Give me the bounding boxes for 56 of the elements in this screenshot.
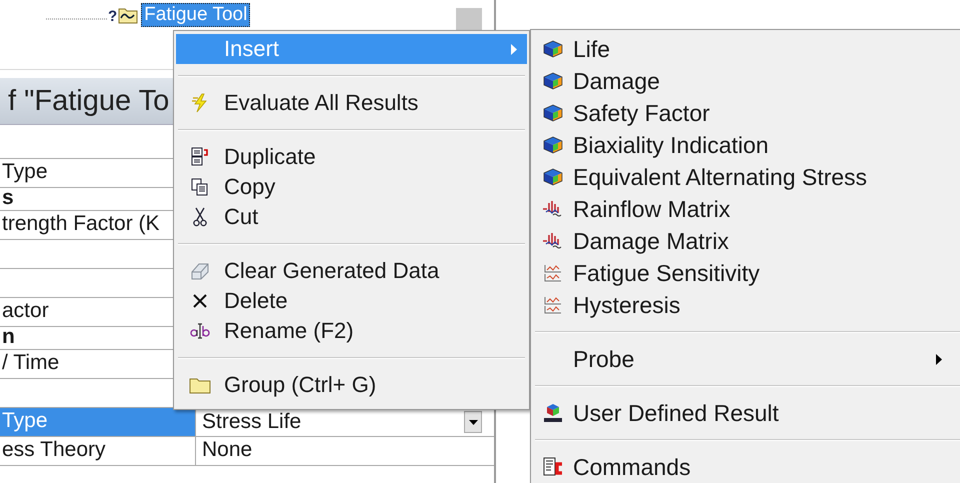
status-mark: ?	[108, 8, 118, 26]
menu-item[interactable]: Equivalent Alternating Stress	[533, 161, 960, 193]
rename-icon	[190, 323, 210, 339]
property-cell-text: s	[1, 188, 15, 210]
command-icon	[543, 457, 563, 477]
duplicate-icon	[191, 147, 209, 167]
cube-icon	[542, 104, 564, 122]
menu-item[interactable]: Evaluate All Results	[176, 88, 527, 118]
menu-item[interactable]: Delete	[176, 286, 527, 316]
menu-item[interactable]: Cut	[176, 202, 527, 232]
lightning-icon	[191, 93, 209, 113]
menu-item[interactable]: Biaxiality Indication	[533, 129, 960, 161]
value-cell: None	[195, 437, 486, 465]
submenu-arrow-icon	[936, 354, 942, 364]
cube-icon	[542, 168, 564, 186]
menu-item[interactable]: Commands	[533, 451, 960, 483]
user-cube-icon	[542, 403, 564, 423]
tree-line	[46, 18, 108, 20]
scissors-icon	[192, 207, 208, 227]
menu-item[interactable]: Group (Ctrl+ G)	[176, 370, 527, 400]
eraser-icon	[190, 262, 210, 280]
menu-item[interactable]: Probe	[533, 343, 960, 375]
menu-item[interactable]: Copy	[176, 172, 527, 202]
caret-icon	[468, 420, 478, 424]
menu-item[interactable]: Life	[533, 33, 960, 65]
spectrum-icon	[542, 200, 564, 218]
property-cell: Type	[0, 408, 195, 436]
cube-icon	[542, 72, 564, 90]
menu-item[interactable]: Duplicate	[176, 142, 527, 172]
chart-icon	[543, 264, 563, 282]
folder-wave-icon	[118, 6, 138, 24]
cube-icon	[542, 136, 564, 154]
menu-item[interactable]: Damage Matrix	[533, 225, 960, 257]
menu-item[interactable]: Hysteresis	[533, 289, 960, 321]
property-cell-text: trength Factor (K	[1, 211, 161, 237]
chart-icon	[543, 296, 563, 314]
menu-item[interactable]: Rainflow Matrix	[533, 193, 960, 225]
copy-icon	[191, 178, 209, 196]
submenu-arrow-icon	[511, 44, 517, 54]
property-cell-text: / Time	[1, 350, 60, 376]
menu-item[interactable]: Safety Factor	[533, 97, 960, 129]
cross-icon	[192, 293, 208, 309]
menu-item[interactable]: Damage	[533, 65, 960, 97]
property-cell-text: ess Theory	[1, 437, 106, 463]
property-cell-text: Type	[1, 159, 49, 185]
dropdown-button[interactable]	[464, 411, 482, 433]
cube-icon	[542, 40, 564, 58]
menu-item[interactable]: Clear Generated Data	[176, 256, 527, 286]
menu-item[interactable]: User Defined Result	[533, 397, 960, 429]
menu-item[interactable]: Rename (F2)	[176, 316, 527, 346]
property-cell-text: actor	[1, 298, 50, 324]
property-cell-text: n	[1, 327, 16, 349]
menu-item[interactable]: Fatigue Sensitivity	[533, 257, 960, 289]
folder-icon	[189, 376, 211, 394]
panel-title: f "Fatigue To	[8, 84, 170, 118]
spectrum-icon	[542, 232, 564, 250]
